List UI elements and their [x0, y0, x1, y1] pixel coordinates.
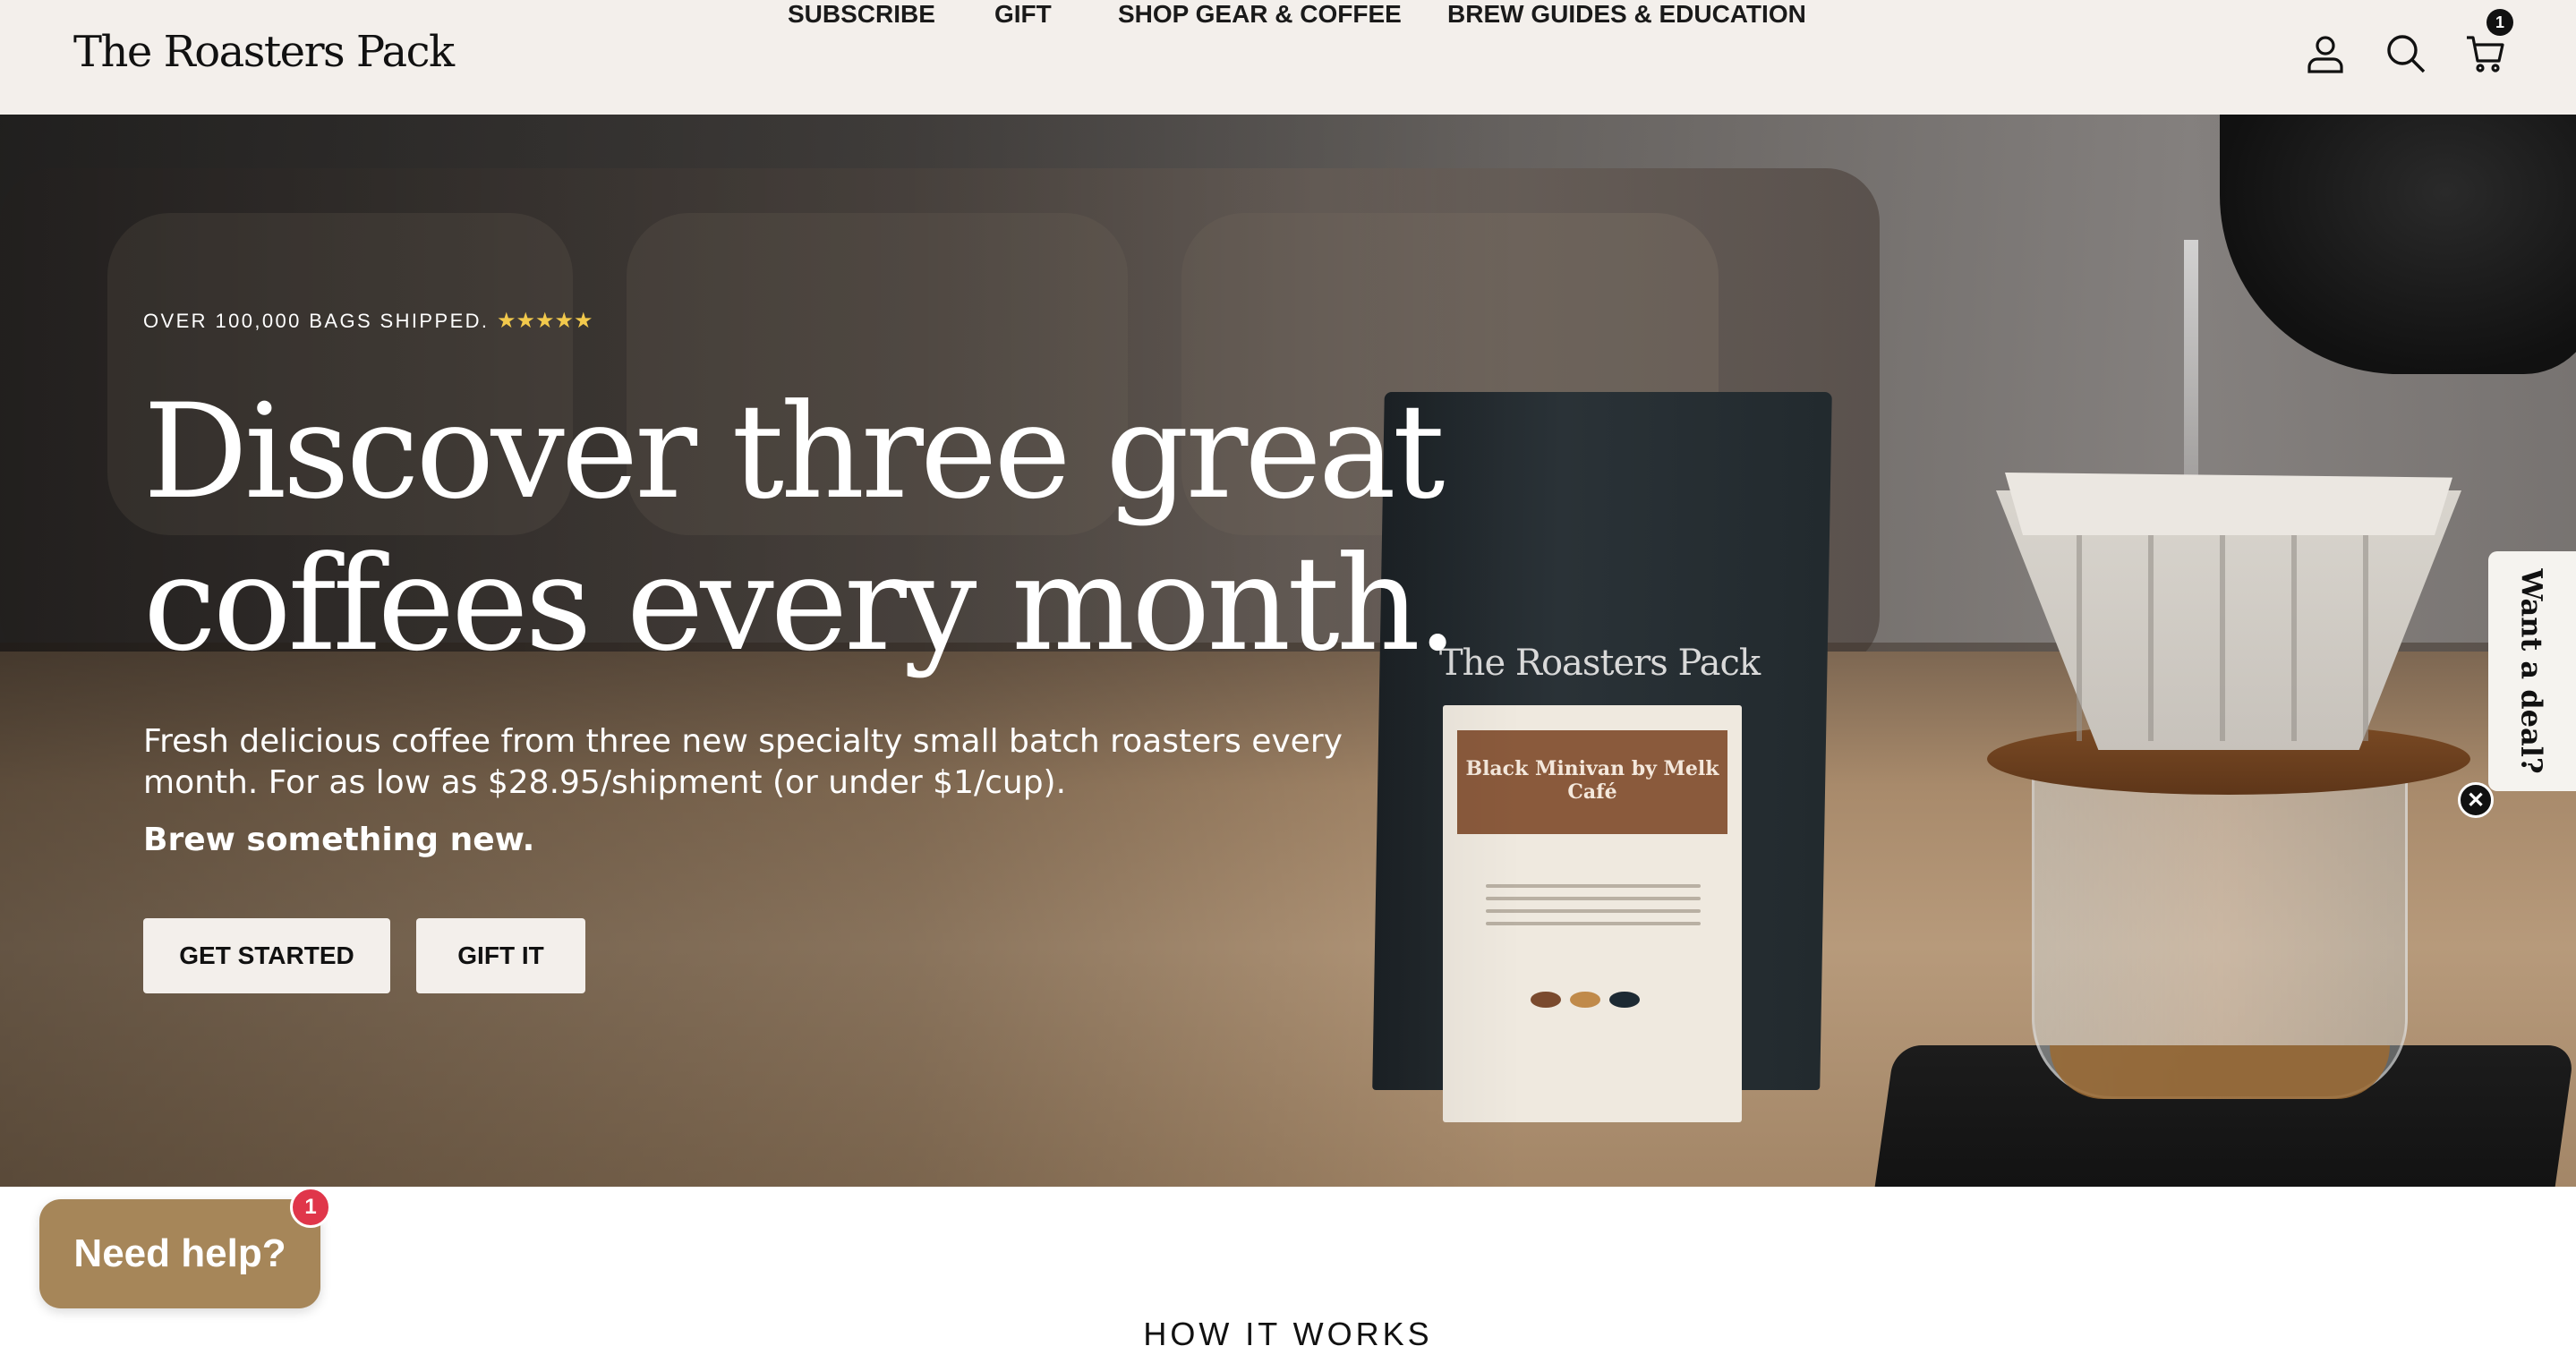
hero-tagline: Brew something new. — [143, 822, 535, 858]
get-started-button[interactable]: GET STARTED — [143, 918, 390, 993]
rating-stars: ★★★★★ — [496, 309, 593, 333]
nav-gift[interactable]: GIFT — [994, 0, 1052, 29]
site-logo[interactable]: The Roasters Pack — [73, 27, 455, 77]
help-notification-badge: 1 — [290, 1187, 331, 1228]
hero-eyebrow: OVER 100,000 BAGS SHIPPED. ★★★★★ — [143, 309, 593, 333]
deal-tab-label: Want a deal? — [2515, 568, 2550, 774]
how-it-works-heading: HOW IT WORKS — [1143, 1316, 1433, 1346]
nav-shop-gear-coffee[interactable]: SHOP GEAR & COFFEE — [1118, 0, 1402, 29]
nav-subscribe[interactable]: SUBSCRIBE — [788, 0, 935, 29]
cart-count-badge: 1 — [2486, 9, 2513, 36]
site-header: The Roasters Pack SUBSCRIBE GIFT SHOP GE… — [0, 0, 2576, 115]
cart-icon[interactable] — [2463, 32, 2506, 75]
search-icon[interactable] — [2384, 32, 2427, 75]
gift-it-button[interactable]: GIFT IT — [416, 918, 585, 993]
deal-close-icon[interactable]: ✕ — [2458, 782, 2494, 818]
account-icon[interactable] — [2304, 32, 2347, 75]
need-help-button[interactable]: Need help? — [39, 1199, 320, 1308]
hero-headline: Discover three great coffees every month… — [143, 376, 1458, 680]
hero-subtext: Fresh delicious coffee from three new sp… — [143, 723, 1343, 801]
want-a-deal-tab[interactable]: Want a deal? — [2488, 551, 2576, 791]
nav-brew-guides-education[interactable]: BREW GUIDES & EDUCATION — [1447, 0, 1806, 29]
